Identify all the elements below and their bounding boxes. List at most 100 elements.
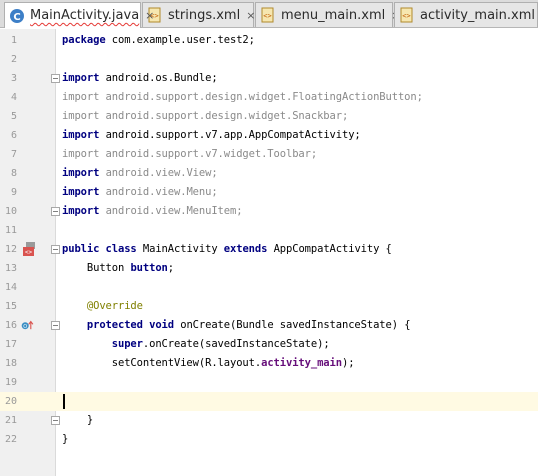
code-line[interactable]: 22} [0,430,538,449]
tab-mainactivity-java[interactable]: C MainActivity.java × [4,2,154,28]
code-line[interactable]: 7 import android.support.v7.widget.Toolba… [0,145,538,164]
fold-icon[interactable] [51,207,60,216]
code-text: import android.support.design.widget.Flo… [62,88,423,107]
code-token: package [62,34,106,46]
override-method-icon[interactable]: O [21,318,35,332]
code-token: } [62,433,69,445]
tab-activity-main-xml[interactable]: <> activity_main.xml × [394,2,538,27]
code-token: Button [62,262,131,274]
tab-menu-main-xml[interactable]: <> menu_main.xml × [255,2,400,27]
line-number: 2 [10,54,17,65]
xml-file-icon: <> [261,7,274,23]
fold-icon[interactable] [51,416,60,425]
svg-text:<>: <> [263,12,271,20]
tab-label: activity_main.xml [420,7,536,23]
line-number: 18 [4,358,17,369]
code-token: import [62,167,100,179]
java-class-icon: C [10,8,24,23]
text-caret [63,394,65,409]
code-token: super [62,338,143,350]
code-line[interactable]: 9 import android.view.Menu; [0,183,538,202]
line-number: 3 [10,73,17,84]
code-line[interactable]: 6 import android.support.v7.app.AppCompat… [0,126,538,145]
close-icon[interactable]: × [145,10,154,21]
code-token: AppCompatActivity { [267,243,392,255]
xml-file-icon: <> [400,7,413,23]
code-line[interactable]: 3 import android.os.Bundle; [0,69,538,88]
code-token: protected void [62,319,174,331]
code-text: import android.support.v7.widget.Toolbar… [62,145,317,164]
code-token: import [62,186,100,198]
line-number: 9 [10,187,17,198]
code-line[interactable]: 8 import android.view.View; [0,164,538,183]
code-token: import [62,205,100,217]
code-text: import android.view.MenuItem; [62,202,243,221]
line-number: 7 [10,149,17,160]
code-token: .onCreate(savedInstanceState); [142,338,330,350]
line-number: 1 [10,35,17,46]
code-line[interactable]: 1 package com.example.user.test2; [0,31,538,50]
line-number: 12 [4,244,17,255]
code-token: import android.support.design.widget.Sna… [62,110,349,122]
code-editor[interactable]: 1 package com.example.user.test2; 2 3 import… [0,29,538,476]
editor-tab-bar: C MainActivity.java × <> strings.xml × <… [0,0,538,28]
tab-label: strings.xml [168,7,241,23]
code-line[interactable]: 10 import android.view.MenuItem; [0,202,538,221]
code-token: MainActivity [136,243,224,255]
line-number: 15 [4,301,17,312]
svg-text:O: O [23,324,27,330]
code-token: com.example.user.test2; [105,34,255,46]
code-text: protected void onCreate(Bundle savedInst… [62,316,411,335]
code-token: ; [167,262,175,274]
fold-icon[interactable] [51,321,60,330]
code-line[interactable]: 14 [0,278,538,297]
code-line[interactable]: 2 [0,50,538,69]
code-line[interactable]: 21 } [0,411,538,430]
fold-icon[interactable] [51,245,60,254]
code-line[interactable]: 12 public class MainActivity extends AppC… [0,240,538,259]
svg-text:C: C [13,12,20,23]
code-token: onCreate(Bundle savedInstanceState) { [174,319,411,331]
code-line[interactable]: 19 [0,373,538,392]
line-number: 16 [4,320,17,331]
code-text: super.onCreate(savedInstanceState); [62,335,330,354]
code-line[interactable]: 16 protected void onCreate(Bundle savedI… [0,316,538,335]
code-line[interactable]: 17 super.onCreate(savedInstanceState); [0,335,538,354]
tab-label: MainActivity.java [30,8,140,23]
fold-icon[interactable] [51,74,60,83]
code-text: public class MainActivity extends AppCom… [62,240,392,259]
code-text: } [62,411,93,430]
line-number: 22 [4,434,17,445]
code-line[interactable]: 11 [0,221,538,240]
code-line[interactable]: 13 Button button; [0,259,538,278]
code-line[interactable]: 5 import android.support.design.widget.Sn… [0,107,538,126]
svg-text:<>: <> [25,249,33,256]
code-text: Button button; [62,259,174,278]
code-text: } [62,430,68,449]
code-text: import android.support.design.widget.Sna… [62,107,348,126]
code-token: android.view.View; [99,167,218,179]
line-number: 4 [10,92,17,103]
code-token: android.view.Menu; [99,186,218,198]
code-token: import [62,72,100,84]
line-number: 21 [4,415,17,426]
code-token: button [130,262,168,274]
code-token: @Override [62,300,143,312]
code-text: setContentView(R.layout.activity_main); [62,354,355,373]
line-number: 10 [4,206,17,217]
code-line[interactable]: 20 [0,392,538,411]
code-token: import android.support.v7.widget.Toolbar… [62,148,318,160]
line-number: 5 [10,111,17,122]
code-line[interactable]: 4 import android.support.design.widget.Fl… [0,88,538,107]
code-token: setContentView(R.layout. [62,357,262,369]
code-token: android.support.v7.app.AppCompatActivity… [99,129,361,141]
code-line[interactable]: 15 @Override [0,297,538,316]
tab-strings-xml[interactable]: <> strings.xml × [142,2,255,27]
code-text: import android.view.View; [62,164,218,183]
code-text: import android.view.Menu; [62,183,218,202]
class-gutter-icon[interactable]: <> [22,242,36,256]
code-line[interactable]: 18 setContentView(R.layout.activity_main… [0,354,538,373]
code-token: ); [341,357,355,369]
code-text: import android.support.v7.app.AppCompatA… [62,126,361,145]
code-text: @Override [62,297,143,316]
